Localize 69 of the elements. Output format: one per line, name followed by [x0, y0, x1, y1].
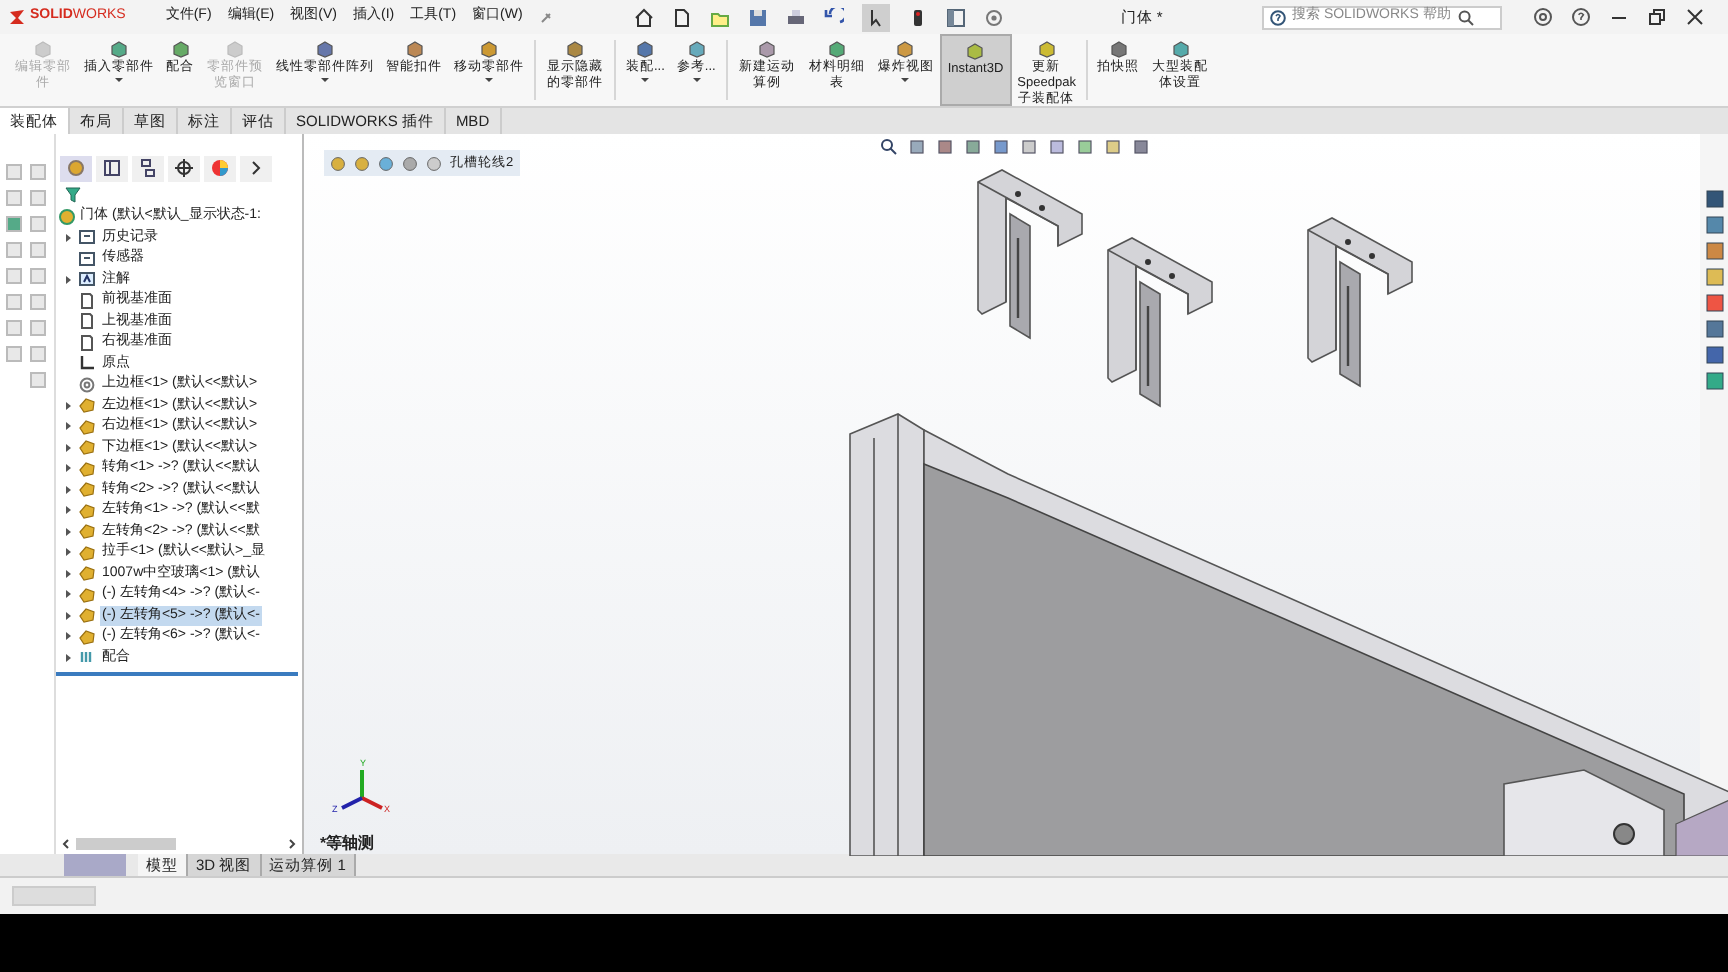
- search-icon[interactable]: [880, 138, 898, 156]
- feature-tree-icon[interactable]: [66, 158, 86, 178]
- expand-arrow-icon[interactable]: [62, 420, 74, 433]
- view-orientation-label: *等轴测: [320, 832, 375, 856]
- cube-icon: [171, 40, 189, 58]
- search-icon: [1458, 9, 1474, 25]
- panel-icon[interactable]: [946, 7, 967, 27]
- cube-icon: [827, 40, 846, 58]
- open-folder-icon[interactable]: [710, 7, 731, 27]
- logo-icon: [8, 8, 26, 26]
- chevron-right-icon[interactable]: [246, 158, 266, 178]
- expand-arrow-icon[interactable]: [62, 504, 74, 517]
- print-icon[interactable]: [786, 7, 807, 27]
- caret-icon: [900, 76, 911, 84]
- expand-arrow-icon[interactable]: [62, 231, 74, 244]
- undo-icon[interactable]: [824, 7, 845, 27]
- cube-icon: [636, 40, 655, 58]
- cube-icon: [896, 40, 915, 58]
- cube-icon: [34, 40, 52, 58]
- cube-icon: [566, 40, 584, 58]
- account-icon[interactable]: [1534, 8, 1552, 26]
- caret-icon: [320, 76, 330, 84]
- scroll-left-icon[interactable]: [60, 838, 72, 850]
- crosshair-icon[interactable]: [174, 158, 194, 178]
- expand-arrow-icon[interactable]: [62, 483, 74, 496]
- expand-arrow-icon[interactable]: [62, 525, 74, 538]
- cube-icon: [226, 40, 244, 58]
- expand-arrow-icon[interactable]: [62, 567, 74, 580]
- expand-arrow-icon[interactable]: [62, 399, 74, 412]
- cube-icon: [405, 40, 423, 58]
- expand-arrow-icon[interactable]: [62, 273, 74, 286]
- cube-icon: [1109, 40, 1128, 58]
- cube-icon: [480, 40, 498, 58]
- cube-icon: [1037, 40, 1056, 58]
- cube-icon: [110, 40, 128, 58]
- expand-arrow-icon[interactable]: [62, 588, 74, 601]
- origin-icon: [78, 354, 96, 373]
- save-icon[interactable]: [748, 7, 769, 27]
- cube-icon: [1171, 40, 1190, 58]
- cube-icon: [687, 40, 706, 58]
- scrollbar-thumb[interactable]: [76, 838, 176, 850]
- expand-arrow-icon[interactable]: [62, 546, 74, 559]
- cube-icon: [316, 40, 334, 58]
- settings-icon[interactable]: [984, 7, 1005, 27]
- help-icon[interactable]: [1572, 8, 1590, 26]
- dropdown-field[interactable]: [12, 886, 96, 906]
- pin-icon[interactable]: [538, 9, 555, 25]
- new-document-icon[interactable]: [672, 7, 693, 27]
- cube-icon: [757, 40, 776, 58]
- expand-arrow-icon[interactable]: [62, 651, 74, 664]
- caret-icon: [691, 76, 702, 84]
- assembly-icon: [58, 207, 76, 226]
- configuration-icon[interactable]: [138, 158, 158, 178]
- cube-icon: [966, 42, 985, 60]
- annotation-icon: [78, 270, 96, 289]
- caret-icon: [640, 76, 651, 84]
- scroll-right-icon[interactable]: [286, 838, 298, 850]
- mates-icon: [78, 648, 96, 667]
- caret-icon: [114, 76, 124, 84]
- expand-arrow-icon[interactable]: [62, 462, 74, 475]
- caret-icon: [484, 76, 494, 84]
- close-icon[interactable]: [1686, 8, 1704, 26]
- expand-arrow-icon[interactable]: [62, 630, 74, 643]
- help-icon: [1270, 9, 1286, 25]
- expand-arrow-icon[interactable]: [62, 441, 74, 454]
- expand-arrow-icon[interactable]: [62, 609, 74, 622]
- filter-icon[interactable]: [64, 185, 84, 203]
- select-cursor-icon[interactable]: [866, 7, 887, 27]
- restore-icon[interactable]: [1648, 8, 1666, 26]
